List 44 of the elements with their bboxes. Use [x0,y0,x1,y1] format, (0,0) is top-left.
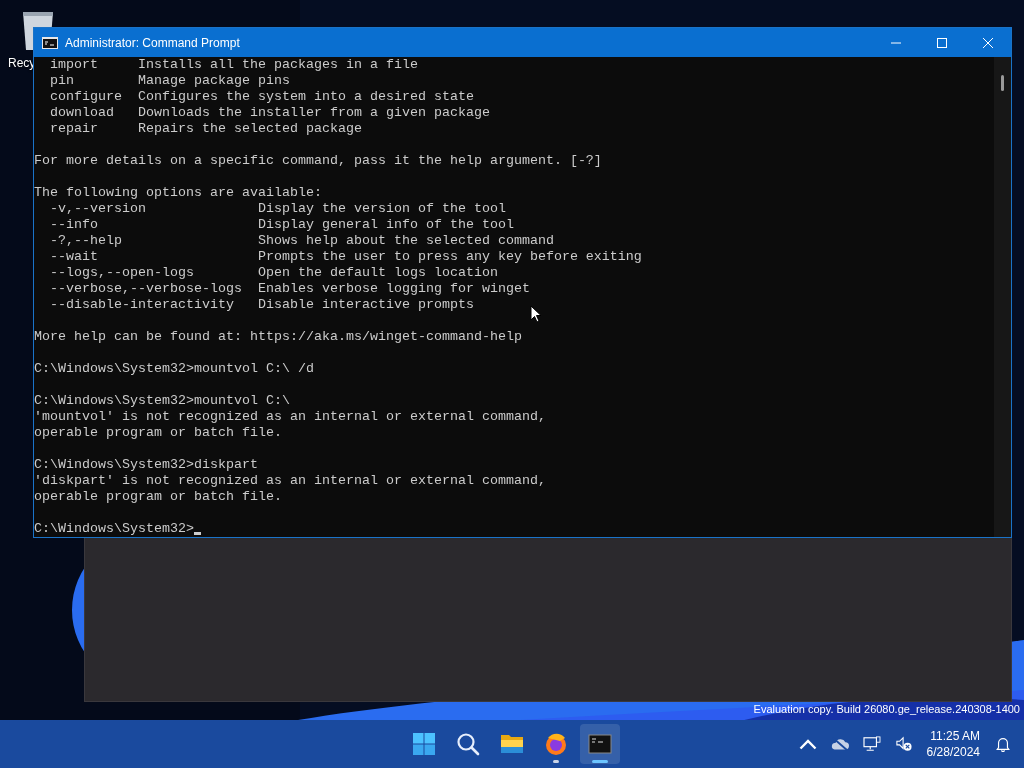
close-icon [983,37,993,48]
text-cursor [193,532,201,535]
console-line: C:\Windows\System32>mountvol C:\ /d [34,361,314,377]
taskbar-button[interactable] [580,724,620,764]
window-title: Administrator: Command Prompt [65,35,241,50]
bell-icon[interactable] [994,736,1012,752]
console-icon [588,732,612,756]
mouse-pointer-icon [530,305,542,323]
console-line: repair Repairs the selected package [49,121,362,137]
folder-icon [500,732,524,756]
scrollbar-thumb[interactable] [1001,75,1004,91]
clock-button[interactable]: 11:25 AM 6/28/2024 [926,728,980,760]
console-icon [42,36,58,49]
console-line: operable program or batch file. [34,489,282,505]
console-line: pin Manage package pins [49,73,290,89]
console-line: -?,--help Shows help about the selected command [49,233,554,249]
speaker-muted-icon[interactable] [894,736,913,752]
evaluation-text: Evaluation copy. Build 26080.ge_release.240308-1400 [753,703,1020,716]
console-line: C:\Windows\System32>mountvol C:\ [34,393,290,409]
console-prompt: C:\Windows\System32> [34,521,194,537]
console-line: configure Configures the system into a desired state [49,89,474,105]
search-icon [456,732,480,756]
console-line: --verbose,--verbose-logs Enables verbose logging for winget [49,281,530,297]
clock-time: 11:25 AM [930,728,980,744]
console-line: 'diskpart' is not recognized as an internal or external command, [34,473,546,489]
console-line: More help can be found at: https://aka.ms/winget-command-help [34,329,522,345]
clock-date: 6/28/2024 [926,744,980,760]
console-line: operable program or batch file. [34,425,282,441]
console-line: --disable-interactivity Disable interactive prompts [49,297,474,313]
console-line: C:\Windows\System32>diskpart [34,457,258,473]
console-line: --wait Prompts the user to press any key before exiting [49,249,642,265]
console-line: import Installs all the packages in a file [49,57,418,73]
maximize-icon [937,37,947,48]
console-line: The following options are available: [34,185,322,201]
monitor-icon[interactable] [862,736,881,752]
console-line: 'mountvol' is not recognized as an internal or external command, [34,409,546,425]
console-line: For more details on a specific command, pass it the help argument. [-?] [34,153,602,169]
cloud-off-icon[interactable] [830,736,849,752]
console-line: download Downloads the installer from a given package [49,105,490,121]
console-line: --logs,--open-logs Open the default logs location [49,265,498,281]
console-line: --info Display general info of the tool [49,217,514,233]
windows-logo-icon [412,732,436,756]
browser-icon [544,732,568,756]
console-line: -v,--version Display the version of the tool [49,201,506,217]
